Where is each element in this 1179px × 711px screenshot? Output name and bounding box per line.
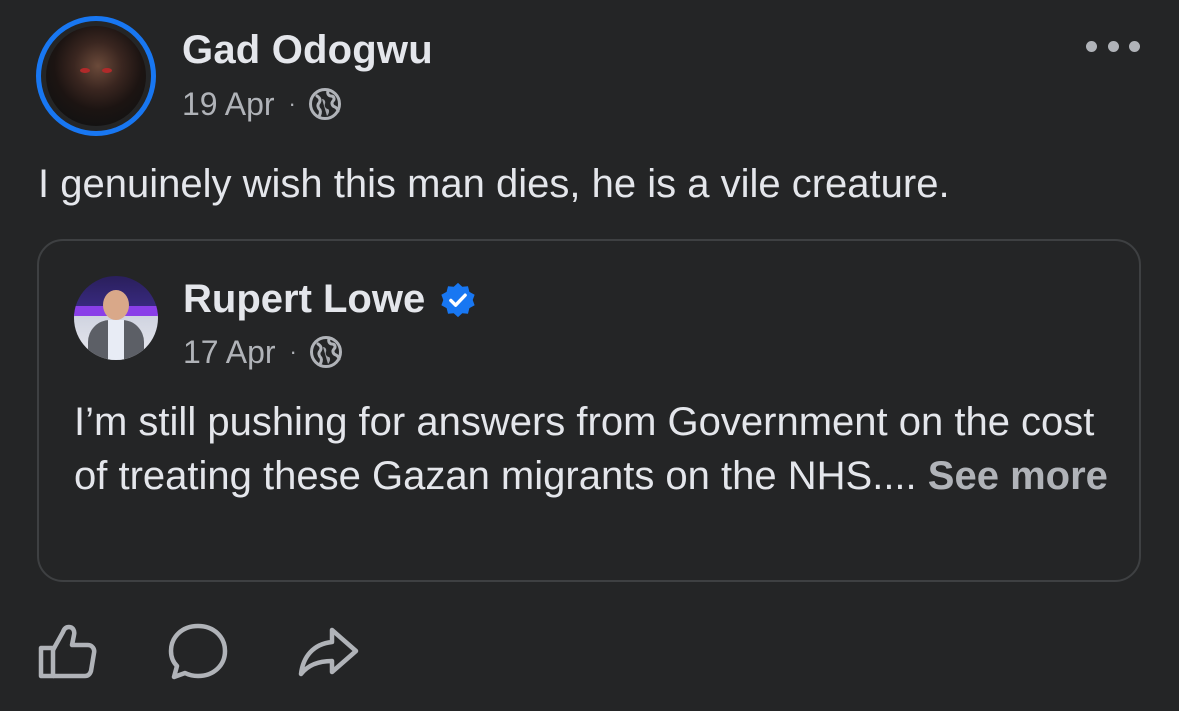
- author-name[interactable]: Gad Odogwu: [182, 28, 433, 73]
- share-arrow-icon: [298, 627, 359, 677]
- author-avatar[interactable]: [36, 16, 156, 136]
- facebook-post: Gad Odogwu 19 Apr · I genuinely wish thi…: [0, 0, 1179, 711]
- avatar-eye-right: [102, 68, 112, 73]
- shared-post-meta: 17 Apr ·: [183, 332, 343, 372]
- shared-author-name[interactable]: Rupert Lowe: [183, 277, 425, 322]
- more-options-icon: [1086, 40, 1097, 52]
- globe-icon: [309, 336, 342, 368]
- thumbs-up-icon: [38, 624, 97, 679]
- share-button[interactable]: [296, 620, 360, 684]
- comment-bubble-icon: [168, 623, 228, 680]
- meta-separator: ·: [288, 91, 296, 116]
- like-button[interactable]: [36, 620, 100, 684]
- shared-post-text: I’m still pushing for answers from Gover…: [74, 395, 1114, 503]
- verified-badge-icon: [441, 282, 475, 317]
- more-options-button[interactable]: [1086, 36, 1140, 56]
- globe-icon: [308, 88, 341, 120]
- meta-separator: ·: [289, 339, 297, 364]
- post-meta: 19 Apr ·: [182, 84, 342, 124]
- shared-author-avatar[interactable]: [74, 276, 158, 360]
- avatar-eye-left: [80, 68, 90, 73]
- see-more-link[interactable]: See more: [928, 454, 1108, 498]
- post-date[interactable]: 19 Apr: [182, 86, 275, 123]
- author-avatar-image: [46, 26, 146, 126]
- comment-button[interactable]: [166, 620, 230, 684]
- shared-post-card[interactable]: Rupert Lowe 17 Apr · I’m still pushing f…: [37, 239, 1141, 582]
- post-text: I genuinely wish this man dies, he is a …: [38, 162, 950, 206]
- shared-post-date[interactable]: 17 Apr: [183, 334, 276, 371]
- shared-author-row: Rupert Lowe: [183, 277, 477, 322]
